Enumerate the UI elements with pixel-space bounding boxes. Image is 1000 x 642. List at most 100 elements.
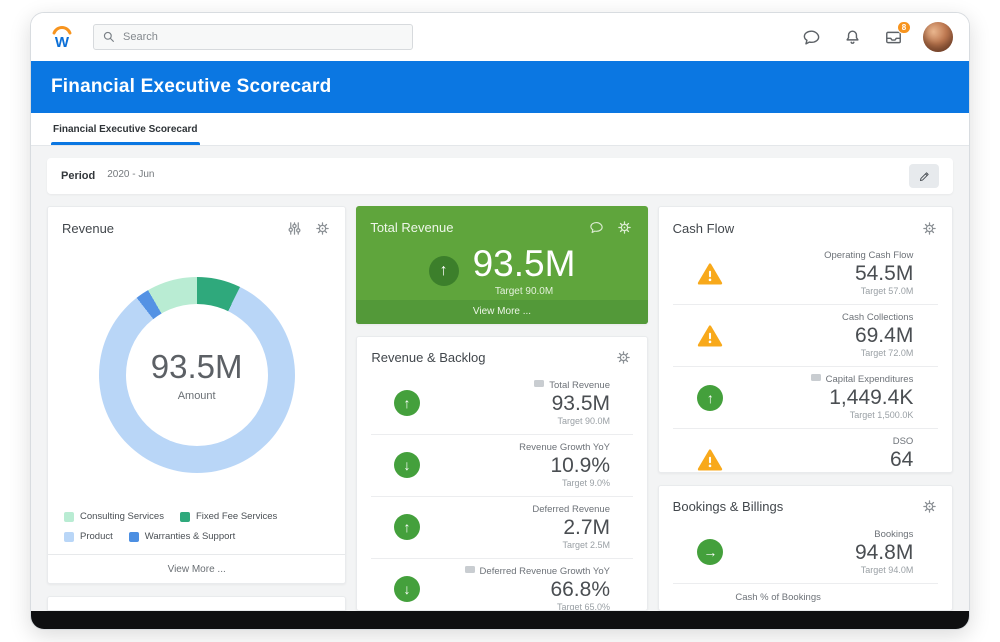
kpi-target: Target 65.0% xyxy=(556,601,610,611)
user-avatar[interactable] xyxy=(923,22,953,52)
kpi-label: Revenue Growth YoY xyxy=(519,441,610,453)
donut-center-value: 93.5M xyxy=(150,348,243,385)
kpi-row-deferred-revenue[interactable]: Deferred Revenue 2.7M Target 2.5M xyxy=(371,495,633,558)
column-3: Cash Flow Operating Cash Flow 54.5M Targ… xyxy=(657,206,953,611)
total-revenue-comment-button[interactable] xyxy=(588,218,606,236)
dashboard-content: Period 2020 - Jun Revenue 93.5M Amount C… xyxy=(31,146,969,611)
warning-icon xyxy=(697,261,723,287)
revenue-card: Revenue 93.5M Amount Consulting Services… xyxy=(47,206,347,584)
revenue-settings-button[interactable] xyxy=(313,219,331,237)
kpi-row-operating-cash-flow[interactable]: Operating Cash Flow 54.5M Target 57.0M xyxy=(673,243,938,304)
trend-down-icon xyxy=(394,576,420,603)
donut-center-label: Amount xyxy=(177,390,216,402)
inbox-badge: 8 xyxy=(897,21,911,34)
legend-item-consulting-services: Consulting Services xyxy=(64,511,164,522)
kpi-row-deferred-revenue-growth-yoy[interactable]: Deferred Revenue Growth YoY 66.8% Target… xyxy=(371,557,633,611)
legend-label: Product xyxy=(80,531,113,542)
total-revenue-target: Target 90.0M xyxy=(494,285,554,297)
kpi-label: Cash % of Bookings xyxy=(735,591,821,603)
chart-legend: Consulting Services Fixed Fee Services P… xyxy=(48,507,345,554)
kpi-label: Cash Collections xyxy=(842,312,914,323)
chat-button[interactable] xyxy=(800,26,822,48)
search-box xyxy=(93,24,413,50)
bookings-title: Bookings & Billings xyxy=(672,499,784,515)
kpi-row-dso[interactable]: DSO 64 Target 55 xyxy=(672,428,938,473)
period-label: Period xyxy=(61,170,96,182)
period-value: 2020 - Jun xyxy=(107,168,155,180)
configure-button[interactable] xyxy=(285,219,303,237)
revenue-backlog-settings-button[interactable] xyxy=(615,349,633,367)
warning-icon xyxy=(697,447,723,473)
total-revenue-header: Total Revenue xyxy=(356,206,647,242)
kpi-value: 64 xyxy=(889,448,914,471)
chat-icon xyxy=(589,220,604,235)
kpi-row-capital-expenditures[interactable]: Capital Expenditures 1,449.4K Target 1,5… xyxy=(672,366,938,428)
chat-icon xyxy=(802,28,821,47)
revenue-view-more-link[interactable]: View More ... xyxy=(48,554,346,583)
kpi-value: 66.8% xyxy=(550,577,610,601)
revenue-donut-chart[interactable]: 93.5M Amount xyxy=(98,277,295,473)
notifications-button[interactable] xyxy=(841,26,863,48)
column-1: Revenue 93.5M Amount Consulting Services… xyxy=(47,206,347,611)
gear-icon xyxy=(315,221,330,236)
kpi-row-revenue-growth-yoy[interactable]: Revenue Growth YoY 10.9% Target 9.0% xyxy=(371,433,633,496)
top-bar: 8 xyxy=(31,13,969,61)
pencil-icon xyxy=(918,170,931,183)
total-revenue-card: Total Revenue ↑ 93.5M Target 90.0M View … xyxy=(356,206,648,324)
inbox-button[interactable]: 8 xyxy=(882,21,911,48)
revenue-card-title: Revenue xyxy=(62,220,115,236)
cards-grid: Revenue 93.5M Amount Consulting Services… xyxy=(47,206,953,611)
bookings-kpi-list: Bookings 94.8M Target 94.0M xyxy=(659,522,952,583)
cash-flow-header: Cash Flow xyxy=(659,207,952,243)
bookings-settings-button[interactable] xyxy=(920,498,938,516)
next-card-partial xyxy=(47,596,347,611)
kpi-row-cash-pct-of-bookings[interactable]: Cash % of Bookings xyxy=(672,582,938,610)
trend-up-icon xyxy=(394,514,420,541)
kpi-label: Total Revenue xyxy=(432,379,610,392)
cash-flow-kpi-list: Operating Cash Flow 54.5M Target 57.0M C… xyxy=(659,243,952,473)
period-bar: Period 2020 - Jun xyxy=(47,158,953,194)
cash-flow-settings-button[interactable] xyxy=(920,219,938,237)
tab-financial-executive-scorecard[interactable]: Financial Executive Scorecard xyxy=(51,113,200,145)
search-icon xyxy=(102,30,116,44)
gear-icon xyxy=(616,350,631,365)
kpi-row-cash-collections[interactable]: Cash Collections 69.4M Target 72.0M xyxy=(672,304,938,366)
search-input[interactable] xyxy=(123,31,404,43)
kpi-target: Target 9.0% xyxy=(561,477,610,488)
kpi-value: 1,449.4K xyxy=(829,386,914,409)
total-revenue-settings-button[interactable] xyxy=(616,218,634,236)
workday-logo-icon[interactable] xyxy=(47,22,77,52)
kpi-target: Target 72.0M xyxy=(860,348,914,358)
kpi-value: 10.9% xyxy=(550,453,610,477)
kpi-target: Target 57.0M xyxy=(860,286,914,296)
kpi-target: Target 94.0M xyxy=(860,564,914,575)
legend-swatch-icon xyxy=(64,511,74,522)
kpi-row-bookings[interactable]: Bookings 94.8M Target 94.0M xyxy=(673,522,938,583)
cash-flow-title: Cash Flow xyxy=(672,220,735,236)
kpi-target: Target 55 xyxy=(735,472,913,473)
kpi-target: Target 2.5M xyxy=(562,539,610,550)
legend-item-product: Product xyxy=(64,531,113,542)
kpi-row-total-revenue[interactable]: Total Revenue 93.5M Target 90.0M xyxy=(371,373,632,434)
edit-period-button[interactable] xyxy=(909,164,939,188)
column-2: Total Revenue ↑ 93.5M Target 90.0M View … xyxy=(356,206,648,611)
legend-label: Warranties & Support xyxy=(144,531,236,542)
kpi-value: 93.5M xyxy=(551,391,610,415)
total-revenue-title: Total Revenue xyxy=(370,219,454,235)
gear-icon xyxy=(617,220,632,235)
kpi-label: DSO xyxy=(892,436,914,447)
trend-up-icon: ↑ xyxy=(428,255,459,286)
total-revenue-body: ↑ 93.5M Target 90.0M xyxy=(356,242,647,300)
donut-center: 93.5M Amount xyxy=(99,277,295,473)
total-revenue-view-more-link[interactable]: View More ... xyxy=(356,299,648,324)
donut-chart-area: 93.5M Amount xyxy=(48,243,345,507)
revenue-backlog-title: Revenue & Backlog xyxy=(371,350,486,366)
legend-item-warranties-support: Warranties & Support xyxy=(128,531,236,542)
kpi-target: Target 1,500.0K xyxy=(849,410,914,420)
gear-icon xyxy=(922,221,937,236)
kpi-target: Target 90.0M xyxy=(557,415,610,426)
trend-up-icon xyxy=(394,390,420,417)
cash-flow-card: Cash Flow Operating Cash Flow 54.5M Targ… xyxy=(657,206,953,473)
tab-bar: Financial Executive Scorecard xyxy=(31,113,969,146)
kpi-label: Operating Cash Flow xyxy=(824,250,914,261)
